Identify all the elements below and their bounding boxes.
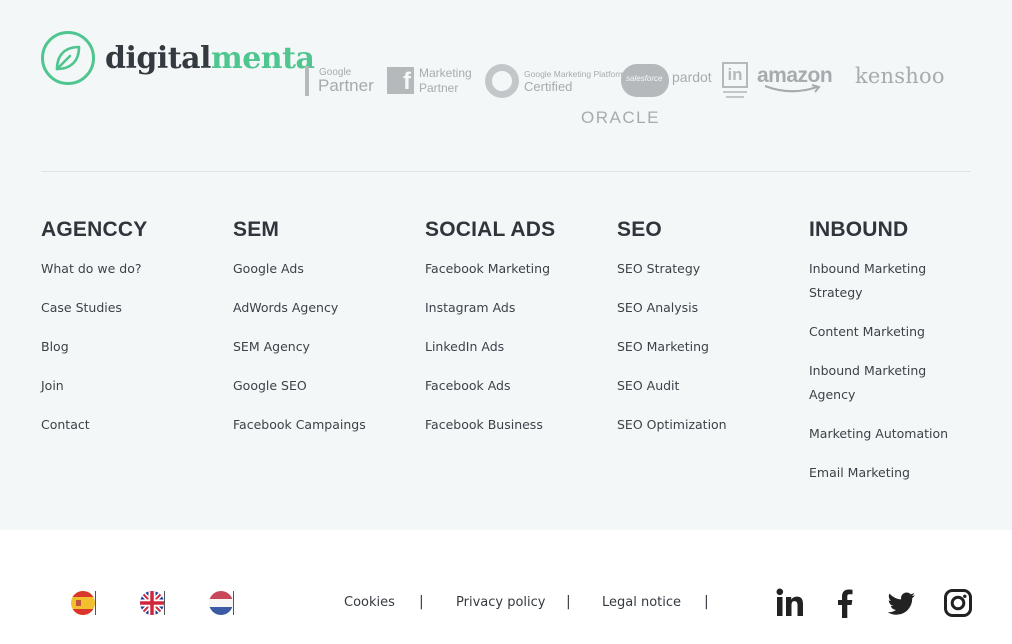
legal-notice-link[interactable]: Legal notice — [602, 595, 681, 610]
column-title: SEO — [617, 218, 662, 241]
linkedin-box-icon: in — [722, 62, 748, 88]
facebook-square-icon: f — [387, 67, 414, 95]
column-title: SOCIAL ADS — [425, 218, 556, 241]
brand-logo[interactable]: digitalmenta — [41, 31, 315, 85]
brand-name-part2: menta — [210, 40, 315, 76]
leaf-icon — [41, 31, 95, 85]
netherlands-flag-icon[interactable] — [209, 591, 233, 615]
cookies-link[interactable]: Cookies — [344, 595, 395, 610]
kenshoo-logo: kenshoo — [855, 64, 945, 88]
gmp-line1: Google Marketing Platform — [524, 69, 626, 79]
legal-separator: | — [419, 594, 424, 610]
footer-link[interactable]: Marketing Automation — [809, 422, 959, 446]
column-agency: AGENCCY What do we do? Case Studies Blog… — [41, 218, 221, 452]
column-title: INBOUND — [809, 218, 909, 241]
footer-link[interactable]: SEO Analysis — [617, 296, 797, 320]
facebook-partner-line1: Marketing — [419, 66, 472, 80]
uk-flag-icon[interactable] — [140, 591, 164, 615]
twitter-icon[interactable] — [887, 588, 915, 618]
footer-link[interactable]: Facebook Ads — [425, 374, 605, 398]
facebook-icon[interactable] — [834, 588, 862, 618]
privacy-policy-link[interactable]: Privacy policy — [456, 595, 545, 610]
footer-link[interactable]: SEO Optimization — [617, 413, 797, 437]
google-marketing-platform-logo: Google Marketing Platform Certified — [485, 63, 625, 99]
footer-link[interactable]: Email Marketing — [809, 461, 959, 485]
flag-divider — [164, 591, 165, 615]
column-title: SEM — [233, 218, 280, 241]
footer-top: digitalmenta Google Partner f Marketing … — [0, 0, 1012, 530]
linkedin-icon[interactable] — [776, 588, 804, 618]
legal-separator: | — [566, 594, 571, 610]
legal-separator: | — [704, 594, 709, 610]
footer-link[interactable]: Google Ads — [233, 257, 413, 281]
footer-link[interactable]: Case Studies — [41, 296, 221, 320]
column-title: AGENCCY — [41, 218, 148, 241]
footer-link[interactable]: Facebook Marketing — [425, 257, 605, 281]
gmp-ring-icon — [485, 64, 519, 98]
footer-divider — [41, 171, 971, 172]
salesforce-pardot-logo: salesforce pardot — [621, 62, 717, 98]
footer-link[interactable]: Content Marketing — [809, 320, 959, 344]
footer-link[interactable]: Instagram Ads — [425, 296, 605, 320]
flag-divider — [233, 591, 234, 615]
brand-name-part1: digital — [105, 40, 211, 76]
oracle-logo: ORACLE — [581, 108, 660, 127]
footer-link[interactable]: Inbound Marketing Strategy — [809, 257, 959, 305]
pardot-text: pardot — [672, 69, 712, 85]
salesforce-text: salesforce — [626, 74, 663, 83]
google-partner-big: Partner — [318, 76, 374, 95]
footer-link[interactable]: AdWords Agency — [233, 296, 413, 320]
facebook-partner-line2: Partner — [419, 81, 459, 95]
footer-link[interactable]: Google SEO — [233, 374, 413, 398]
brand-name: digitalmenta — [105, 40, 315, 76]
column-social-ads: SOCIAL ADS Facebook Marketing Instagram … — [425, 218, 605, 452]
footer-link[interactable]: Blog — [41, 335, 221, 359]
footer-bottom: Cookies | Privacy policy | Legal notice … — [0, 530, 1012, 644]
flag-divider — [95, 591, 96, 615]
gmp-line2: Certified — [524, 79, 573, 94]
footer-link[interactable]: Facebook Business — [425, 413, 605, 437]
footer-link[interactable]: Join — [41, 374, 221, 398]
spain-flag-icon[interactable] — [71, 591, 95, 615]
footer-link[interactable]: Inbound Marketing Agency — [809, 359, 959, 407]
column-seo: SEO SEO Strategy SEO Analysis SEO Market… — [617, 218, 797, 452]
amazon-logo: amazon — [757, 64, 835, 94]
footer-link[interactable]: Facebook Campaings — [233, 413, 413, 437]
footer-link[interactable]: SEO Marketing — [617, 335, 797, 359]
facebook-partner-logo: f Marketing Partner — [387, 66, 479, 96]
footer-link[interactable]: SEO Audit — [617, 374, 797, 398]
footer-link[interactable]: LinkedIn Ads — [425, 335, 605, 359]
column-inbound: INBOUND Inbound Marketing Strategy Conte… — [809, 218, 959, 500]
footer-link[interactable]: SEM Agency — [233, 335, 413, 359]
instagram-icon[interactable] — [944, 588, 972, 618]
column-sem: SEM Google Ads AdWords Agency SEM Agency… — [233, 218, 413, 452]
amazon-smile-icon — [764, 84, 821, 93]
footer-link[interactable]: SEO Strategy — [617, 257, 797, 281]
footer-link[interactable]: What do we do? — [41, 257, 221, 281]
footer-link[interactable]: Contact — [41, 413, 221, 437]
linkedin-partner-logo: in — [722, 62, 748, 100]
